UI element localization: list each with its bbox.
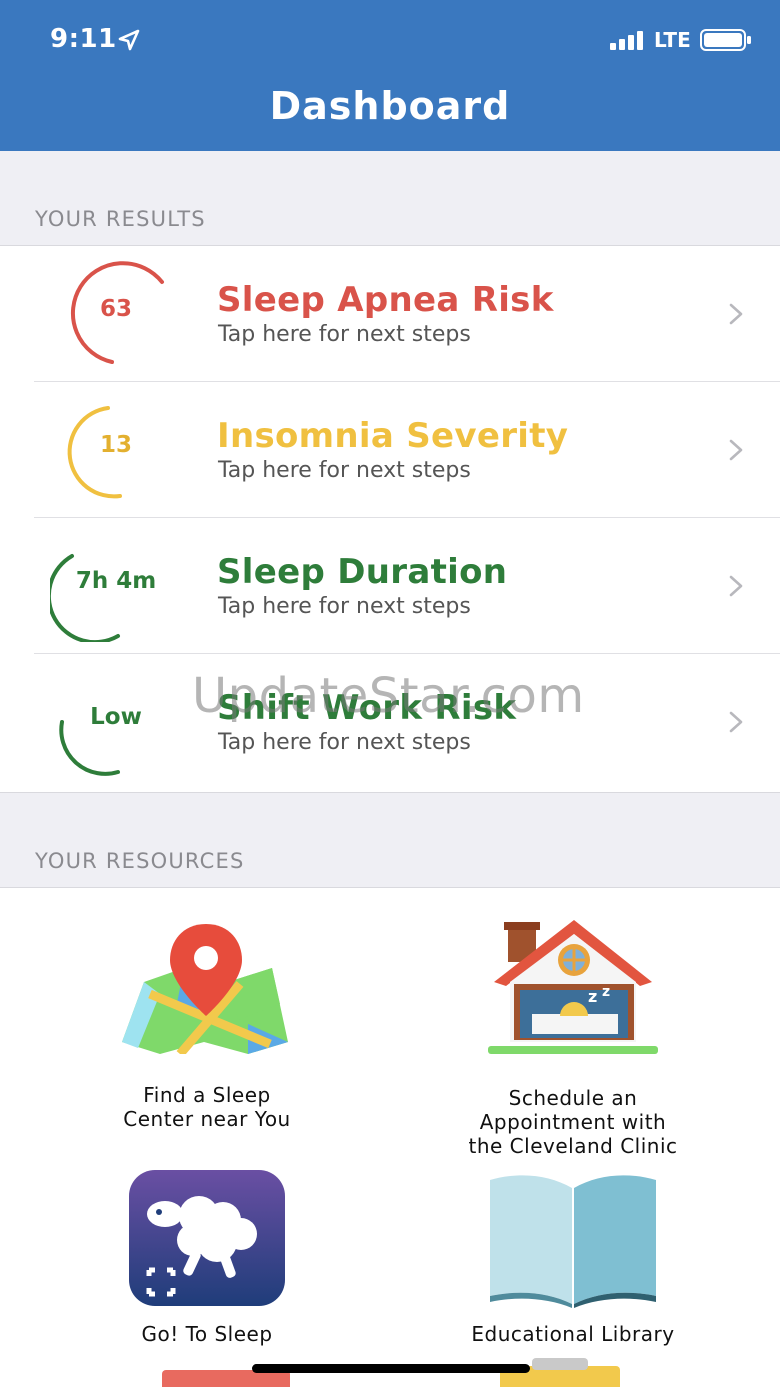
resource-label: Educational Library: [471, 1322, 675, 1346]
battery-icon: [700, 29, 751, 51]
gauge-value: 13: [99, 432, 132, 458]
result-subtitle: Tap here for next steps: [218, 458, 471, 483]
result-subtitle: Tap here for next steps: [218, 322, 471, 347]
location-arrow-icon: [118, 29, 140, 51]
gauge-value: 63: [99, 296, 132, 322]
screen: 9:11 LTE Dashboard YOUR RESULTS 63 Sleep…: [0, 0, 780, 1387]
home-indicator[interactable]: [252, 1364, 530, 1373]
results-section-header: YOUR RESULTS: [35, 207, 206, 231]
resources-section-header: YOUR RESOURCES: [35, 849, 245, 873]
sleeping-house-icon: z z: [488, 920, 658, 1054]
result-row-insomnia[interactable]: 13 Insomnia Severity Tap here for next s…: [0, 382, 780, 518]
open-book-icon: [490, 1175, 656, 1308]
result-subtitle: Tap here for next steps: [218, 594, 471, 619]
page-title: Dashboard: [269, 84, 511, 128]
sheep-app-icon: [129, 1170, 285, 1306]
svg-text:z: z: [588, 987, 597, 1006]
gauge-value: Low: [90, 704, 142, 730]
map-pin-icon: [122, 924, 288, 1054]
resource-label: Find a Sleep Center near You: [123, 1083, 291, 1131]
result-subtitle: Tap here for next steps: [218, 730, 471, 755]
chevron-right-icon: [729, 711, 743, 733]
header-bar: 9:11 LTE Dashboard: [0, 0, 780, 151]
resource-label: Go! To Sleep: [141, 1322, 273, 1346]
resource-label: Schedule an Appointment with the Clevela…: [468, 1086, 678, 1158]
result-row-sleep-apnea[interactable]: 63 Sleep Apnea Risk Tap here for next st…: [0, 246, 780, 382]
result-title: Insomnia Severity: [217, 416, 569, 456]
result-title: Sleep Apnea Risk: [217, 280, 554, 320]
network-type: LTE: [654, 28, 691, 52]
partial-clipboard-clip: [532, 1358, 588, 1370]
resources-grid: Find a Sleep Center near You z z Schedul…: [0, 887, 780, 1387]
result-row-sleep-duration[interactable]: 7h 4m Sleep Duration Tap here for next s…: [0, 518, 780, 654]
chevron-right-icon: [729, 575, 743, 597]
results-list: 63 Sleep Apnea Risk Tap here for next st…: [0, 245, 780, 793]
chevron-right-icon: [729, 303, 743, 325]
result-title: Shift Work Risk: [217, 688, 517, 728]
svg-text:z: z: [602, 984, 610, 1000]
signal-icon: [610, 31, 643, 50]
chevron-right-icon: [729, 439, 743, 461]
gauge-value: 7h 4m: [75, 568, 157, 594]
result-row-shift-work[interactable]: Low Shift Work Risk Tap here for next st…: [0, 654, 780, 790]
result-title: Sleep Duration: [217, 552, 508, 592]
status-time: 9:11: [50, 24, 117, 54]
